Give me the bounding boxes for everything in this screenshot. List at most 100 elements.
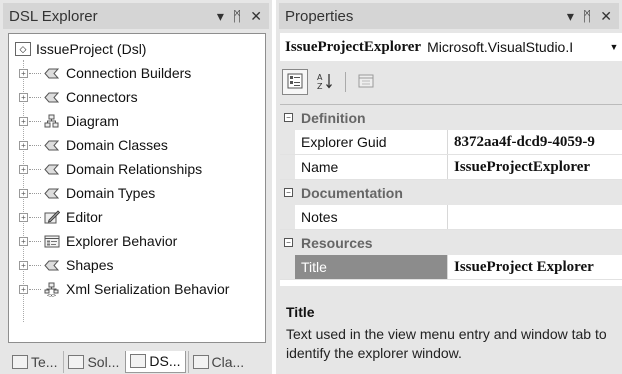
tree-item-label: Diagram [66, 113, 119, 129]
tree-item-diagram[interactable]: + Diagram [19, 111, 119, 131]
shape-icon [43, 66, 60, 81]
expand-icon[interactable]: + [19, 164, 28, 174]
tree-item-label: Connectors [66, 89, 138, 105]
diagram-icon [43, 114, 60, 129]
tree-item-label: Domain Types [66, 185, 156, 201]
tree-item-domain-classes[interactable]: + Domain Classes [19, 135, 168, 155]
expand-icon[interactable]: + [19, 284, 28, 294]
dsl-explorer-titlebar[interactable]: DSL Explorer ▾ ᛗ ✕ [3, 3, 269, 29]
dsl-explorer-title: DSL Explorer [9, 7, 98, 25]
window-position-dropdown-icon[interactable]: ▾ [567, 9, 574, 23]
tab-task-list[interactable]: Te... [8, 351, 61, 373]
close-icon[interactable]: ✕ [250, 9, 262, 23]
collapse-icon[interactable]: − [284, 113, 293, 122]
expand-icon[interactable]: + [19, 188, 28, 198]
property-row-name[interactable]: Name IssueProjectExplorer [280, 155, 622, 180]
expand-icon[interactable]: + [19, 260, 28, 270]
sort-alphabetical-icon: AZ [316, 72, 334, 93]
dsl-root-icon: ◇ [15, 42, 31, 56]
tree-item-shapes[interactable]: + Shapes [19, 255, 113, 275]
dsl-tree: ◇ IssueProject (Dsl) + Connection Builde… [8, 33, 266, 343]
tab-label: Te... [31, 353, 58, 370]
object-selector[interactable]: IssueProjectExplorer Microsoft.VisualStu… [280, 33, 622, 61]
window-position-dropdown-icon[interactable]: ▾ [217, 9, 224, 23]
dsl-explorer-pane: DSL Explorer ▾ ᛗ ✕ ◇ IssueProject (Dsl) … [0, 0, 272, 374]
property-row-notes[interactable]: Notes [280, 205, 622, 230]
expand-icon[interactable]: + [19, 92, 28, 102]
tab-dsl-explorer[interactable]: DS... [125, 350, 186, 373]
tree-item-connection-builders[interactable]: + Connection Builders [19, 63, 191, 83]
property-name: Notes [295, 205, 448, 229]
tab-label: DS... [149, 353, 181, 369]
toolbar-separator [345, 72, 346, 92]
xml-icon: <x> [43, 282, 60, 297]
chevron-down-icon[interactable]: ▼ [606, 42, 622, 52]
tree-item-domain-relationships[interactable]: + Domain Relationships [19, 159, 202, 179]
property-name: Explorer Guid [295, 130, 448, 154]
description-panel: Title Text used in the view menu entry a… [280, 298, 622, 374]
collapse-icon[interactable]: − [284, 188, 293, 197]
property-row-title[interactable]: Title IssueProject Explorer [280, 255, 622, 280]
solution-explorer-icon [68, 354, 85, 369]
properties-title: Properties [285, 7, 354, 25]
tree-root-issueproject[interactable]: ◇ IssueProject (Dsl) [15, 39, 146, 59]
properties-toolbar: AZ [280, 66, 622, 98]
category-documentation[interactable]: − Documentation [280, 180, 622, 205]
auto-hide-pin-icon[interactable]: ᛗ [233, 9, 241, 23]
collapse-icon[interactable]: − [284, 238, 293, 247]
svg-text:Z: Z [317, 82, 323, 90]
object-type: Microsoft.VisualStudio.I [427, 39, 574, 55]
expand-icon[interactable]: + [19, 68, 28, 78]
tree-item-label: Domain Relationships [66, 161, 203, 177]
shape-icon [43, 90, 60, 105]
category-resources[interactable]: − Resources [280, 230, 622, 255]
property-grid: − Definition Explorer Guid 8372aa4f-dcd9… [280, 104, 622, 286]
property-value[interactable]: 8372aa4f-dcd9-4059-9 [448, 130, 622, 154]
tree-item-label: Domain Classes [66, 137, 168, 153]
description-text: Text used in the view menu entry and win… [286, 326, 607, 361]
property-name: Title [295, 255, 448, 279]
dsl-explorer-icon [130, 354, 147, 368]
expand-icon[interactable]: + [19, 116, 28, 126]
property-pages-button[interactable] [353, 69, 379, 95]
tree-item-editor[interactable]: + Editor [19, 207, 103, 227]
tree-item-explorer-behavior[interactable]: + Explorer Behavior [19, 231, 177, 251]
expand-icon[interactable]: + [19, 236, 28, 246]
property-value[interactable] [448, 205, 622, 229]
close-icon[interactable]: ✕ [600, 9, 612, 23]
expand-icon[interactable]: + [19, 140, 28, 150]
shape-icon [43, 186, 60, 201]
category-definition[interactable]: − Definition [280, 105, 622, 130]
explorer-tab-strip: Te... Sol... DS... Cla... [0, 349, 272, 374]
categorized-button[interactable] [282, 69, 308, 95]
tab-class-view[interactable]: Cla... [187, 350, 249, 373]
expand-icon[interactable]: + [19, 212, 28, 222]
alphabetical-button[interactable]: AZ [312, 69, 338, 95]
tree-item-domain-types[interactable]: + Domain Types [19, 183, 155, 203]
object-name: IssueProjectExplorer [285, 38, 422, 55]
editor-icon [43, 210, 60, 225]
category-label: Definition [301, 109, 366, 126]
tab-solution-explorer[interactable]: Sol... [63, 350, 123, 373]
tab-label: Cla... [211, 353, 245, 370]
tree-item-label: Xml Serialization Behavior [66, 281, 230, 297]
tree-item-xml-serialization-behavior[interactable]: + <x> Xml Serialization Behavior [19, 279, 229, 299]
svg-text:<x>: <x> [47, 293, 56, 297]
property-value[interactable]: IssueProjectExplorer [448, 155, 622, 179]
class-view-icon [192, 354, 209, 369]
property-value[interactable]: IssueProject Explorer [448, 255, 622, 279]
property-pages-icon [358, 74, 374, 91]
properties-pane: Properties ▾ ᛗ ✕ IssueProjectExplorer Mi… [276, 0, 622, 374]
task-list-icon [12, 354, 28, 369]
tree-item-connectors[interactable]: + Connectors [19, 87, 138, 107]
description-title: Title [286, 304, 315, 320]
property-name: Name [295, 155, 448, 179]
shape-icon [43, 258, 60, 273]
category-label: Documentation [301, 184, 403, 201]
property-row-explorer-guid[interactable]: Explorer Guid 8372aa4f-dcd9-4059-9 [280, 130, 622, 155]
properties-titlebar[interactable]: Properties ▾ ᛗ ✕ [279, 3, 619, 29]
auto-hide-pin-icon[interactable]: ᛗ [583, 9, 591, 23]
tree-root-label: IssueProject (Dsl) [36, 41, 147, 57]
tree-item-label: Shapes [66, 257, 114, 273]
categorized-icon [287, 73, 303, 92]
